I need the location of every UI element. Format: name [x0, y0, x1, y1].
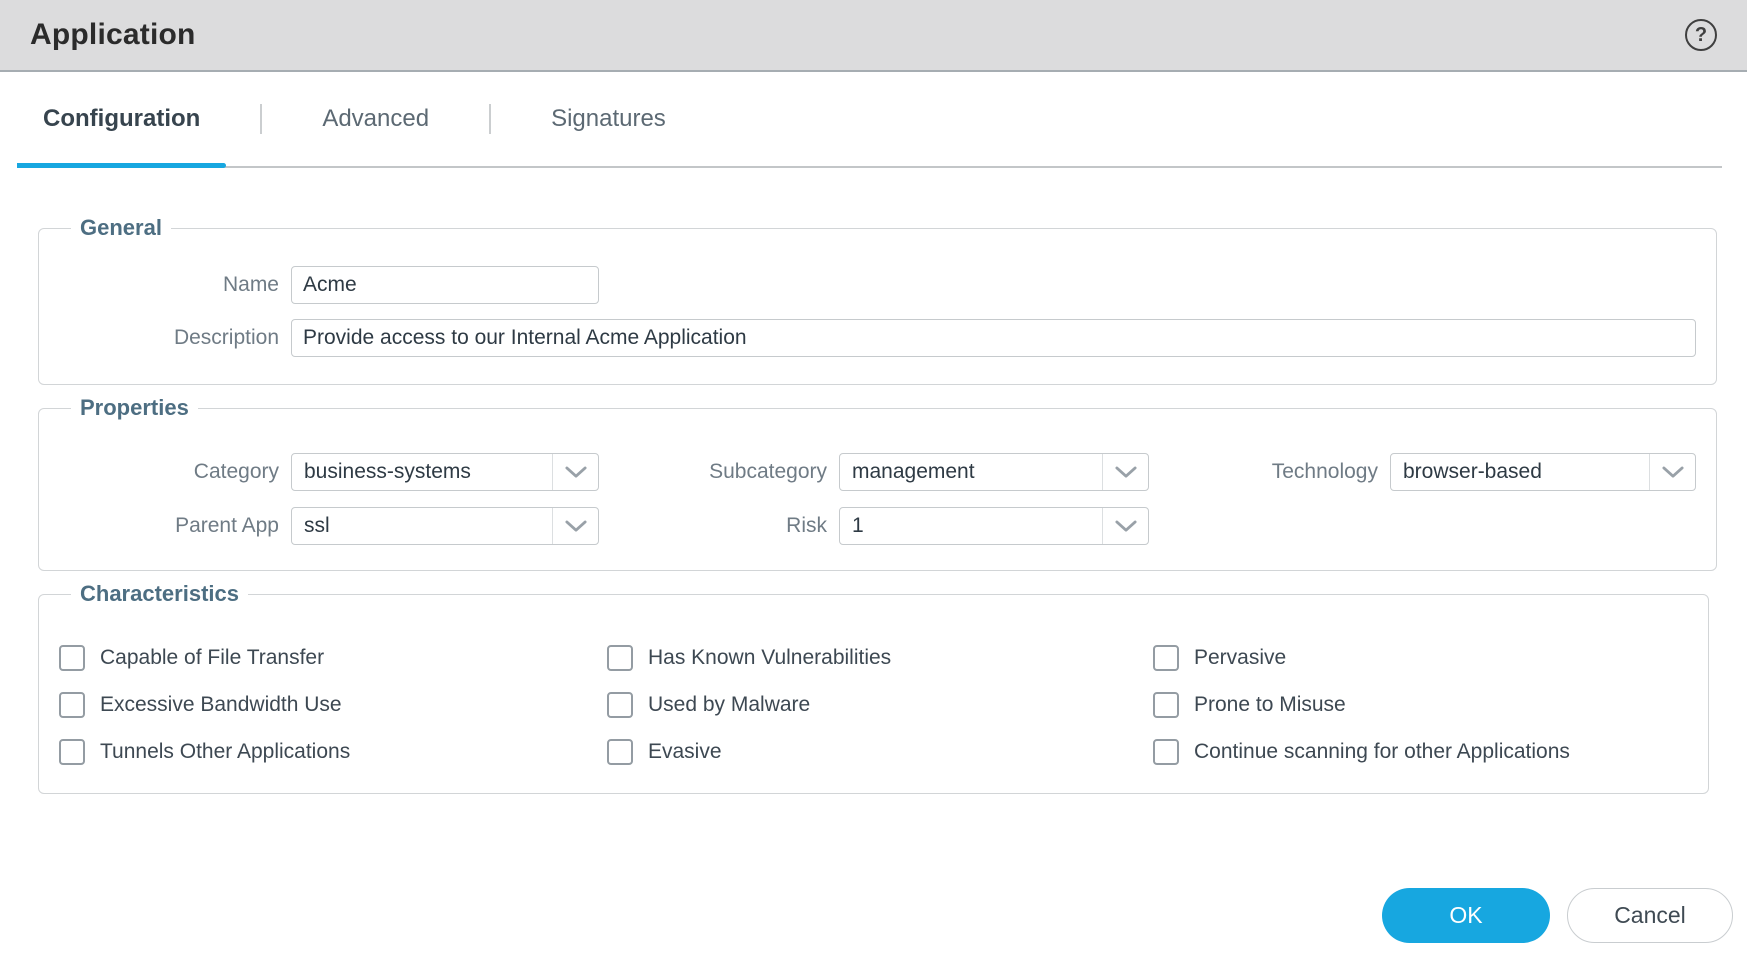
- parent-app-dropdown[interactable]: ssl: [291, 507, 599, 545]
- tab-advanced[interactable]: Advanced: [296, 72, 455, 166]
- technology-label: Technology: [1161, 460, 1378, 484]
- technology-value: browser-based: [1391, 460, 1649, 484]
- dialog-title: Application: [30, 18, 196, 52]
- help-icon[interactable]: ?: [1685, 19, 1717, 51]
- category-label: Category: [59, 460, 279, 484]
- properties-legend: Properties: [71, 395, 198, 421]
- subcategory-dropdown[interactable]: management: [839, 453, 1149, 491]
- subcategory-value: management: [840, 460, 1102, 484]
- checkbox-continue-scanning[interactable]: Continue scanning for other Applications: [1153, 739, 1688, 765]
- action-bar: OK Cancel: [0, 888, 1733, 943]
- checkbox-icon[interactable]: [59, 739, 85, 765]
- checkbox-icon[interactable]: [607, 739, 633, 765]
- description-input[interactable]: [291, 319, 1696, 357]
- checkbox-icon[interactable]: [59, 692, 85, 718]
- ok-button[interactable]: OK: [1382, 888, 1550, 943]
- chevron-down-icon: [552, 508, 598, 544]
- checkbox-pervasive[interactable]: Pervasive: [1153, 645, 1688, 671]
- characteristics-legend: Characteristics: [71, 581, 248, 607]
- parent-app-label: Parent App: [59, 514, 279, 538]
- checkbox-prone-to-misuse[interactable]: Prone to Misuse: [1153, 692, 1688, 718]
- category-value: business-systems: [292, 460, 552, 484]
- risk-label: Risk: [611, 514, 827, 538]
- properties-section: Properties Category business-systems Sub…: [38, 395, 1717, 571]
- name-input[interactable]: [291, 266, 599, 304]
- description-label: Description: [59, 326, 279, 350]
- general-section: General Name Description: [38, 215, 1717, 385]
- checkbox-icon[interactable]: [1153, 739, 1179, 765]
- checkbox-has-known-vulnerabilities[interactable]: Has Known Vulnerabilities: [607, 645, 1153, 671]
- chevron-down-icon: [552, 454, 598, 490]
- risk-value: 1: [840, 514, 1102, 538]
- checkbox-tunnels-other-applications[interactable]: Tunnels Other Applications: [59, 739, 607, 765]
- checkbox-icon[interactable]: [59, 645, 85, 671]
- chevron-down-icon: [1102, 454, 1148, 490]
- checkbox-capable-of-file-transfer[interactable]: Capable of File Transfer: [59, 645, 607, 671]
- checkbox-icon[interactable]: [607, 692, 633, 718]
- dialog-titlebar: Application ?: [0, 0, 1747, 72]
- tab-configuration[interactable]: Configuration: [17, 72, 226, 166]
- checkbox-evasive[interactable]: Evasive: [607, 739, 1153, 765]
- chevron-down-icon: [1649, 454, 1695, 490]
- subcategory-label: Subcategory: [611, 460, 827, 484]
- risk-dropdown[interactable]: 1: [839, 507, 1149, 545]
- checkbox-excessive-bandwidth-use[interactable]: Excessive Bandwidth Use: [59, 692, 607, 718]
- characteristics-section: Characteristics Capable of File Transfer…: [38, 581, 1709, 794]
- tab-signatures[interactable]: Signatures: [525, 72, 692, 166]
- checkbox-used-by-malware[interactable]: Used by Malware: [607, 692, 1153, 718]
- checkbox-icon[interactable]: [1153, 692, 1179, 718]
- parent-app-value: ssl: [292, 514, 552, 538]
- tab-separator: [489, 104, 491, 134]
- chevron-down-icon: [1102, 508, 1148, 544]
- category-dropdown[interactable]: business-systems: [291, 453, 599, 491]
- technology-dropdown[interactable]: browser-based: [1390, 453, 1696, 491]
- tab-bar: Configuration Advanced Signatures: [17, 72, 1722, 168]
- tab-separator: [260, 104, 262, 134]
- general-legend: General: [71, 215, 171, 241]
- checkbox-icon[interactable]: [1153, 645, 1179, 671]
- checkbox-icon[interactable]: [607, 645, 633, 671]
- cancel-button[interactable]: Cancel: [1567, 888, 1733, 943]
- name-label: Name: [59, 273, 279, 297]
